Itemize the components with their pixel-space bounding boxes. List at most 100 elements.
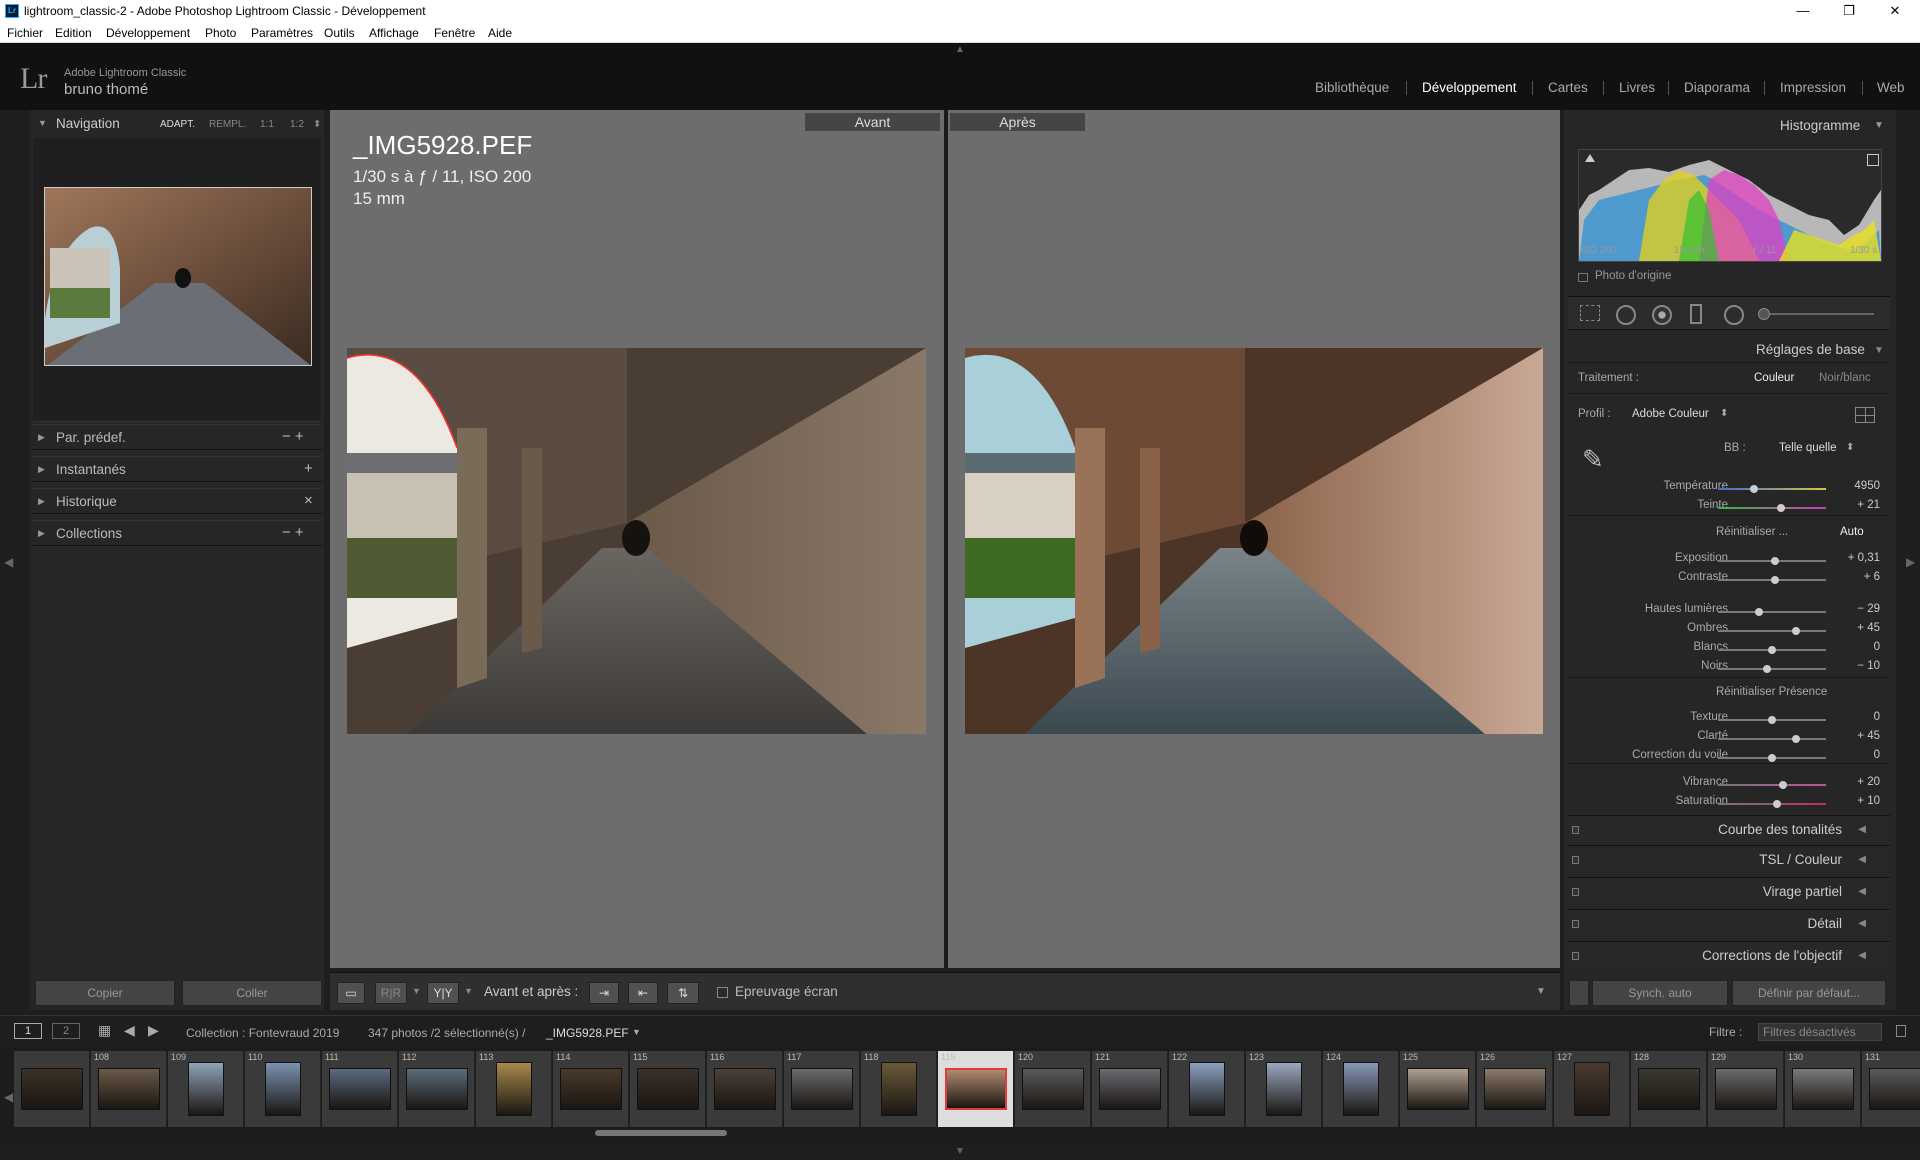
filter-select[interactable]: Filtres désactivés xyxy=(1758,1023,1882,1041)
slider-value[interactable]: − 29 xyxy=(1840,603,1880,615)
slider-value[interactable]: 0 xyxy=(1840,711,1880,723)
view-yy-dropdown-icon[interactable]: ▼ xyxy=(464,986,473,996)
slider-track[interactable] xyxy=(1718,630,1826,632)
nav-option-adapt[interactable]: ADAPT. xyxy=(160,119,195,130)
slider-knob[interactable] xyxy=(1763,665,1771,673)
history-clear-button[interactable]: × xyxy=(304,492,313,509)
wb-dropdown-icon[interactable]: ⬍ xyxy=(1846,442,1854,453)
slider-value[interactable]: 0 xyxy=(1840,641,1880,653)
menu-developpement[interactable]: Développement xyxy=(106,26,190,40)
filmstrip-thumbnail[interactable]: 116 xyxy=(707,1051,783,1127)
presets-actions[interactable]: − + xyxy=(282,428,304,445)
section-snapshots[interactable]: ▶ Instantanés + xyxy=(32,456,322,482)
crop-tool-icon[interactable] xyxy=(1580,305,1600,321)
filmstrip-thumbnail[interactable] xyxy=(14,1051,90,1127)
loupe-view-button[interactable]: ▭ xyxy=(337,982,365,1004)
swap-before-after-icon[interactable]: ⇅ xyxy=(667,982,699,1004)
filmstrip-scrollbar[interactable] xyxy=(595,1130,727,1136)
expand-left-icon[interactable]: ◀ xyxy=(4,555,13,569)
slider-value[interactable]: + 21 xyxy=(1840,499,1880,511)
slider-value[interactable]: + 6 xyxy=(1840,571,1880,583)
adjustment-brush-icon[interactable] xyxy=(1758,308,1770,320)
wb-eyedropper-icon[interactable]: ✎ xyxy=(1582,444,1604,475)
slider-knob[interactable] xyxy=(1792,735,1800,743)
minimize-button[interactable]: — xyxy=(1780,0,1826,22)
menu-outils[interactable]: Outils xyxy=(324,26,355,40)
slider-knob[interactable] xyxy=(1768,754,1776,762)
filmstrip-thumbnail[interactable]: 124 xyxy=(1323,1051,1399,1127)
collapse-bottom-icon[interactable]: ▼ xyxy=(955,1146,965,1157)
slider-track[interactable] xyxy=(1718,488,1826,490)
restore-button[interactable]: ❐ xyxy=(1826,0,1872,22)
panel-expand-icon[interactable]: ◀ xyxy=(1858,950,1866,961)
filmstrip-source-dropdown-icon[interactable]: ▼ xyxy=(632,1027,641,1037)
view-rr-dropdown-icon[interactable]: ▼ xyxy=(412,986,421,996)
filmstrip-thumbnail[interactable]: 112 xyxy=(399,1051,475,1127)
copy-after-to-before-icon[interactable]: ⇤ xyxy=(628,982,658,1004)
filmstrip-thumbnail[interactable]: 129 xyxy=(1708,1051,1784,1127)
collapse-histogram-icon[interactable]: ▼ xyxy=(1874,120,1884,131)
slider-knob[interactable] xyxy=(1768,716,1776,724)
collapse-navigation-icon[interactable]: ▼ xyxy=(38,118,47,128)
collections-actions[interactable]: − + xyxy=(282,524,304,541)
filmstrip-thumbnail[interactable]: 123 xyxy=(1246,1051,1322,1127)
profile-select[interactable]: Adobe Couleur xyxy=(1632,408,1709,420)
module-bibliotheque[interactable]: Bibliothèque xyxy=(1315,80,1389,95)
slider-knob[interactable] xyxy=(1771,557,1779,565)
slider-knob[interactable] xyxy=(1750,485,1758,493)
panel-toggle-switch[interactable] xyxy=(1572,888,1579,896)
treatment-bw-button[interactable]: Noir/blanc xyxy=(1819,372,1871,384)
filmstrip-current-file[interactable]: _IMG5928.PEF xyxy=(546,1026,629,1040)
view-yy-button[interactable]: Y|Y xyxy=(427,982,459,1004)
collapse-basic-icon[interactable]: ▼ xyxy=(1874,345,1884,356)
panel-section[interactable]: Virage partiel ◀ xyxy=(1568,877,1890,905)
auto-tone-button[interactable]: Auto xyxy=(1840,526,1864,538)
panel-toggle-switch[interactable] xyxy=(1572,952,1579,960)
shadow-clipping-icon[interactable] xyxy=(1585,154,1595,162)
module-livres[interactable]: Livres xyxy=(1619,80,1655,95)
paste-settings-button[interactable]: Coller xyxy=(182,980,322,1006)
before-photo[interactable] xyxy=(347,348,926,734)
forward-icon[interactable]: ▶ xyxy=(148,1022,159,1039)
module-impression[interactable]: Impression xyxy=(1780,80,1846,95)
panel-expand-icon[interactable]: ◀ xyxy=(1858,854,1866,865)
panel-toggle-switch[interactable] xyxy=(1572,826,1579,834)
module-developpement[interactable]: Développement xyxy=(1422,80,1517,95)
slider-value[interactable]: 0 xyxy=(1840,749,1880,761)
spot-removal-icon[interactable] xyxy=(1616,305,1636,325)
filmstrip-thumbnail[interactable]: 113 xyxy=(476,1051,552,1127)
nav-option-dropdown-icon[interactable]: ⬍ xyxy=(313,119,321,130)
slider-track[interactable] xyxy=(1718,784,1826,786)
slider-knob[interactable] xyxy=(1792,627,1800,635)
radial-filter-icon[interactable] xyxy=(1724,305,1744,325)
set-default-button[interactable]: Définir par défaut... xyxy=(1732,980,1886,1006)
original-photo-checkbox[interactable] xyxy=(1578,273,1588,282)
filmstrip-thumbnail[interactable]: 119 xyxy=(938,1051,1014,1127)
module-cartes[interactable]: Cartes xyxy=(1548,80,1588,95)
slider-value[interactable]: + 20 xyxy=(1840,776,1880,788)
section-presets[interactable]: ▶ Par. prédef. − + xyxy=(32,424,322,450)
graduated-filter-icon[interactable] xyxy=(1690,304,1702,324)
filmstrip-thumbnail[interactable]: 131 xyxy=(1862,1051,1920,1127)
copy-before-to-after-icon[interactable]: ⇥ xyxy=(589,982,619,1004)
profile-browser-icon[interactable] xyxy=(1855,407,1875,423)
filmstrip-thumbnail[interactable]: 120 xyxy=(1015,1051,1091,1127)
brush-slider-track[interactable] xyxy=(1762,313,1874,315)
section-history[interactable]: ▶ Historique × xyxy=(32,488,322,514)
nav-option-1-1[interactable]: 1:1 xyxy=(260,119,274,130)
filmstrip-thumbnail[interactable]: 117 xyxy=(784,1051,860,1127)
slider-value[interactable]: − 10 xyxy=(1840,660,1880,672)
after-photo[interactable] xyxy=(965,348,1543,734)
filmstrip-thumbnail[interactable]: 115 xyxy=(630,1051,706,1127)
slider-track[interactable] xyxy=(1718,668,1826,670)
menu-aide[interactable]: Aide xyxy=(488,26,512,40)
view-rr-button[interactable]: R|R xyxy=(375,982,407,1004)
reset-tone-button[interactable]: Réinitialiser ... xyxy=(1716,526,1788,538)
menu-affichage[interactable]: Affichage xyxy=(369,26,419,40)
filmstrip-thumbnail[interactable]: 122 xyxy=(1169,1051,1245,1127)
panel-expand-icon[interactable]: ◀ xyxy=(1858,886,1866,897)
filmstrip-thumbnail[interactable]: 114 xyxy=(553,1051,629,1127)
collapse-top-icon[interactable]: ▲ xyxy=(955,44,965,55)
filmstrip-thumbnail[interactable]: 125 xyxy=(1400,1051,1476,1127)
window-1-button[interactable]: 1 xyxy=(14,1023,42,1039)
